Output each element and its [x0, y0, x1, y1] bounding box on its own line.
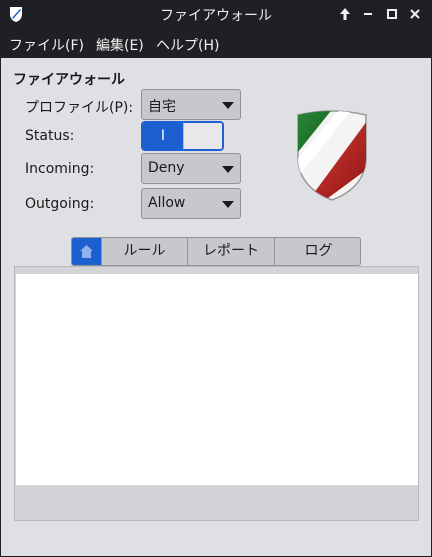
firewall-shield-icon: [297, 110, 367, 201]
profile-combo[interactable]: 自宅: [141, 89, 241, 120]
tab-content-panel: [14, 266, 419, 521]
tab-rules[interactable]: ルール: [101, 238, 187, 265]
tab-bar: ルール レポート ログ: [71, 237, 361, 266]
home-icon: [80, 245, 93, 258]
incoming-label: Incoming:: [25, 161, 95, 177]
incoming-combo[interactable]: Deny: [141, 153, 241, 184]
incoming-value: Deny: [148, 160, 185, 176]
keep-above-button[interactable]: [335, 4, 355, 24]
status-toggle[interactable]: I: [141, 121, 224, 151]
title-bar[interactable]: ファイアウォール: [0, 0, 432, 28]
outgoing-combo[interactable]: Allow: [141, 188, 241, 219]
maximize-button[interactable]: [382, 4, 402, 24]
menu-file[interactable]: ファイル(F): [9, 35, 84, 55]
status-label: Status:: [25, 128, 75, 144]
arrow-up-icon: [340, 8, 350, 20]
close-icon: [410, 9, 420, 19]
section-title: ファイアウォール: [13, 72, 125, 88]
minimize-button[interactable]: [358, 4, 378, 24]
chevron-down-icon: [222, 102, 234, 109]
tab-log[interactable]: ログ: [274, 238, 360, 265]
minimize-icon: [364, 13, 372, 15]
toggle-knob: [183, 123, 222, 149]
toggle-on-indicator: I: [143, 123, 183, 149]
outgoing-label: Outgoing:: [25, 196, 95, 212]
chevron-down-icon: [222, 166, 234, 173]
content-area: [16, 274, 418, 485]
maximize-icon: [387, 9, 397, 19]
menu-edit[interactable]: 編集(E): [96, 35, 144, 55]
tab-home[interactable]: [72, 238, 101, 265]
menu-bar: ファイル(F) 編集(E) ヘルプ(H): [0, 28, 432, 58]
close-button[interactable]: [405, 4, 425, 24]
menu-help[interactable]: ヘルプ(H): [156, 35, 219, 55]
chevron-down-icon: [222, 201, 234, 208]
outgoing-value: Allow: [148, 195, 186, 211]
tab-report[interactable]: レポート: [187, 238, 274, 265]
main-content: ファイアウォール プロファイル(P): 自宅 Status: I Incomin…: [1, 58, 431, 556]
profile-value: 自宅: [148, 99, 176, 115]
profile-label: プロファイル(P):: [25, 100, 134, 116]
